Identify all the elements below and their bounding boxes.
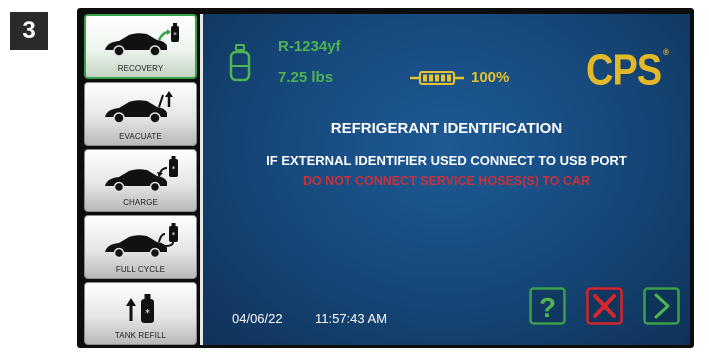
car-evacuate-icon — [104, 91, 173, 125]
main-screen: R-1234yf 7.25 lbs 100% CPS ® REFRIGERANT … — [203, 14, 690, 345]
sidebar-item-label: FULL CYCLE — [115, 264, 166, 274]
sidebar-item-label: CHARGE — [123, 198, 158, 208]
tank-refill-icon: * — [125, 293, 154, 323]
svg-text:*: * — [145, 308, 150, 319]
car-recovery-icon: * — [104, 23, 179, 57]
help-button[interactable]: ? — [529, 287, 566, 325]
refrigerant-type: R-1234yf — [278, 38, 341, 55]
usb-instruction: IF EXTERNAL IDENTIFIER USED CONNECT TO U… — [266, 153, 627, 168]
registered-mark: ® — [663, 46, 669, 58]
cps-logo-text: CPS — [586, 46, 662, 96]
sidebar: * RECOVERY EVACUATE * CHARGE * FULL CYCL… — [84, 14, 197, 346]
time-display: 11:57:43 AM — [315, 311, 388, 326]
date-display: 04/06/22 — [232, 311, 283, 326]
svg-text:*: * — [171, 165, 175, 173]
car-charge-icon: * — [104, 155, 178, 192]
refrigerant-tank-icon — [229, 44, 251, 82]
battery-icon — [410, 71, 464, 85]
step-number-badge: 3 — [10, 12, 48, 50]
next-arrow-icon — [643, 287, 680, 325]
svg-text:*: * — [171, 231, 175, 239]
car-full-cycle-icon: * — [104, 223, 178, 259]
refrigerant-weight: 7.25 lbs — [278, 69, 334, 86]
sidebar-item-evacuate[interactable]: EVACUATE — [84, 82, 197, 146]
screen-title: REFRIGERANT IDENTIFICATION — [330, 120, 563, 137]
sidebar-item-label: TANK REFILL — [114, 331, 167, 341]
svg-text:*: * — [173, 31, 177, 39]
help-icon: ? — [529, 287, 566, 325]
sidebar-item-charge[interactable]: * CHARGE — [84, 148, 197, 213]
cps-logo: CPS ® — [586, 46, 669, 96]
cancel-button[interactable] — [586, 287, 623, 325]
battery-percent: 100% — [471, 69, 510, 86]
sidebar-item-label: RECOVERY — [117, 64, 164, 74]
warning-message: DO NOT CONNECT SERVICE HOSES(S) TO CAR — [302, 174, 591, 188]
sidebar-item-full-cycle[interactable]: * FULL CYCLE — [84, 215, 197, 279]
svg-text:?: ? — [539, 292, 556, 323]
sidebar-item-tank-refill[interactable]: * TANK REFILL — [84, 281, 197, 346]
next-button[interactable] — [643, 287, 680, 325]
sidebar-item-label: EVACUATE — [119, 131, 162, 141]
cancel-x-icon — [586, 287, 623, 325]
sidebar-item-recovery[interactable]: * RECOVERY — [84, 14, 197, 80]
